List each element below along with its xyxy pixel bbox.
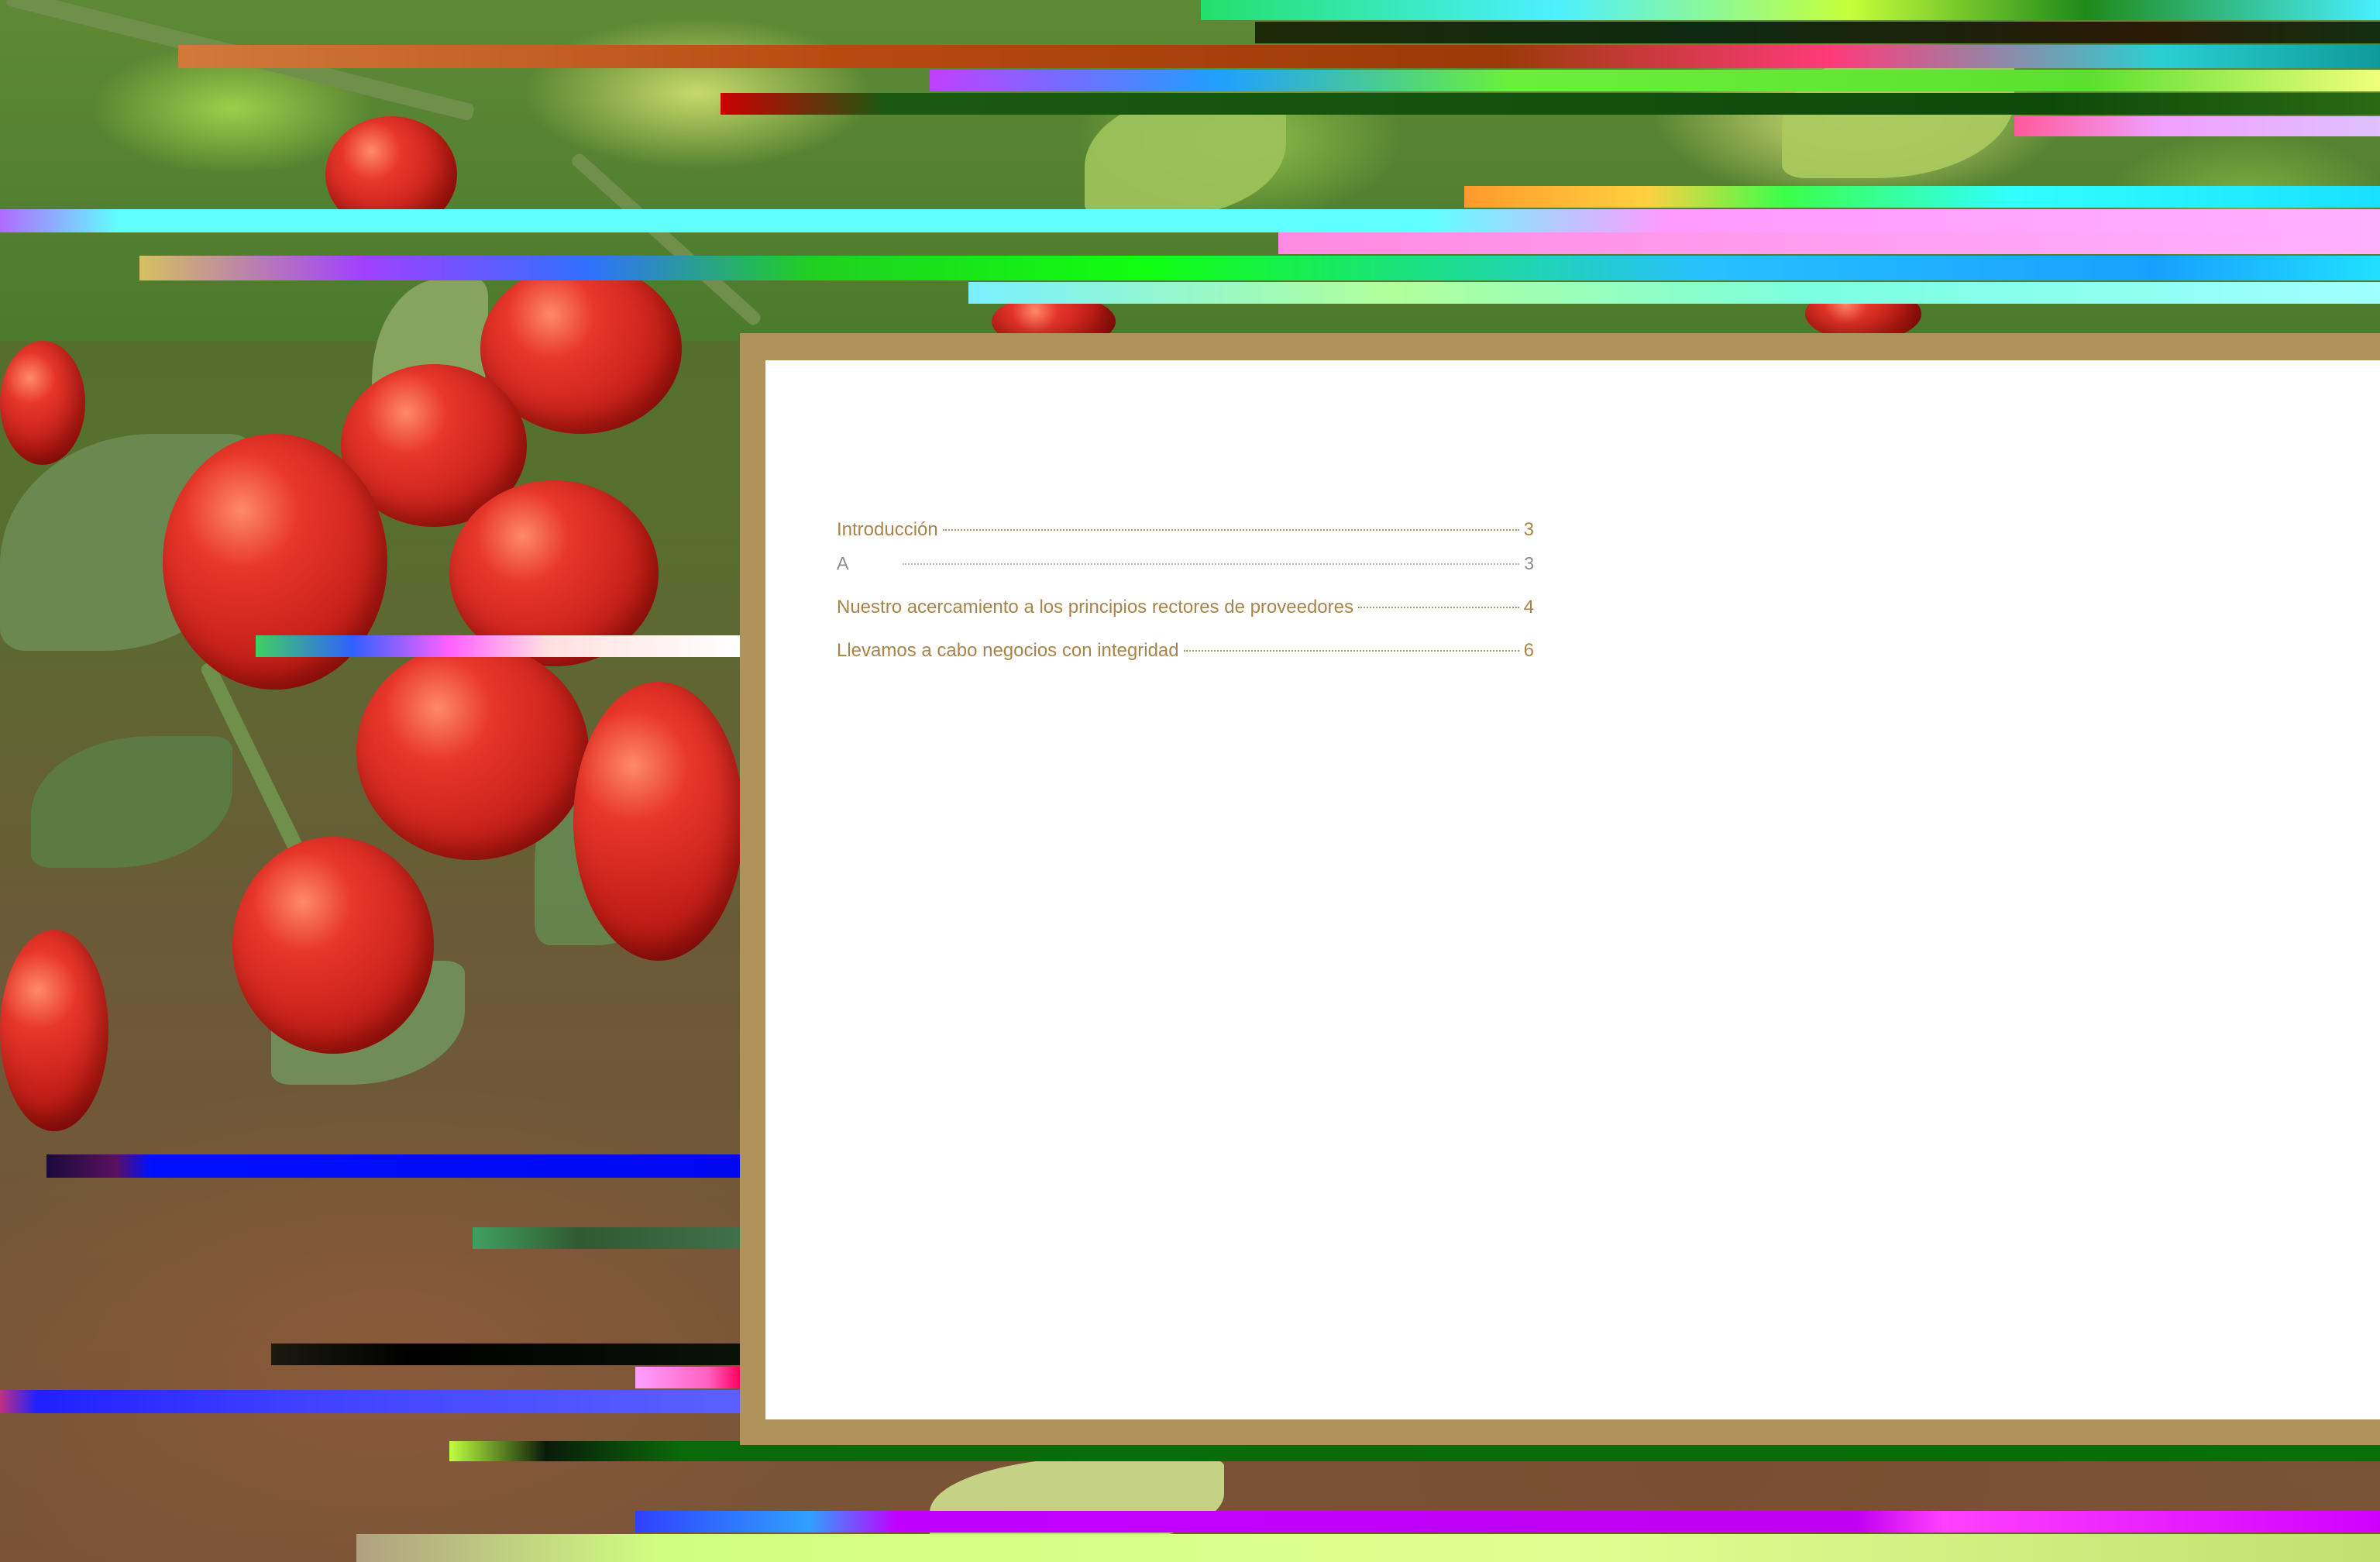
tomato [356,643,589,860]
toc-leader-dots [1358,607,1519,608]
glitch-strip [139,256,2380,280]
glitch-strip [256,635,740,657]
glitch-strip [271,1344,740,1365]
toc-entry-label: Llevamos a cabo negocios con integridad [837,640,1179,661]
glitch-strip [356,1534,2380,1562]
toc-leader-dots [1183,650,1519,652]
glitch-strip [2014,116,2380,136]
toc-entry-a[interactable]: A 3 [837,553,1534,574]
toc-leader-dots [942,529,1519,531]
glitch-strip [635,1511,2380,1533]
glitch-strip [46,1154,740,1178]
toc-entry-label: Introducción [837,519,938,540]
toc-entry-label: Nuestro acercamiento a los principios re… [837,597,1353,618]
toc-leader-dots [903,563,1520,565]
toc-entry-page: 6 [1523,640,1534,661]
toc-entry-introduccion[interactable]: Introducción 3 [837,519,1534,541]
glitch-strip [1278,232,2380,254]
glitch-strip [968,282,2380,304]
toc-entry-page: 3 [1524,553,1534,573]
toc-entry-integridad[interactable]: Llevamos a cabo negocios con integridad … [837,640,1534,662]
glitch-strip [1464,186,2380,208]
glitch-strip [0,1390,740,1413]
tomato [0,930,108,1131]
toc-entry-page: 3 [1523,519,1534,540]
glitch-strip [930,70,2380,91]
toc-entry-principios[interactable]: Nuestro acercamiento a los principios re… [837,597,1534,618]
glitch-strip [0,209,2380,232]
tomato [232,837,434,1054]
toc-entry-label: A [837,553,849,573]
tomato [0,341,85,465]
tomato [573,682,744,961]
toc-entry-page: 4 [1523,597,1534,618]
glitch-strip [721,93,2380,115]
glitch-strip [1255,22,2380,43]
glitch-strip [635,1367,740,1388]
glitch-strip [178,45,2380,68]
glitch-strip [1201,0,2380,20]
glitch-strip [473,1227,740,1249]
